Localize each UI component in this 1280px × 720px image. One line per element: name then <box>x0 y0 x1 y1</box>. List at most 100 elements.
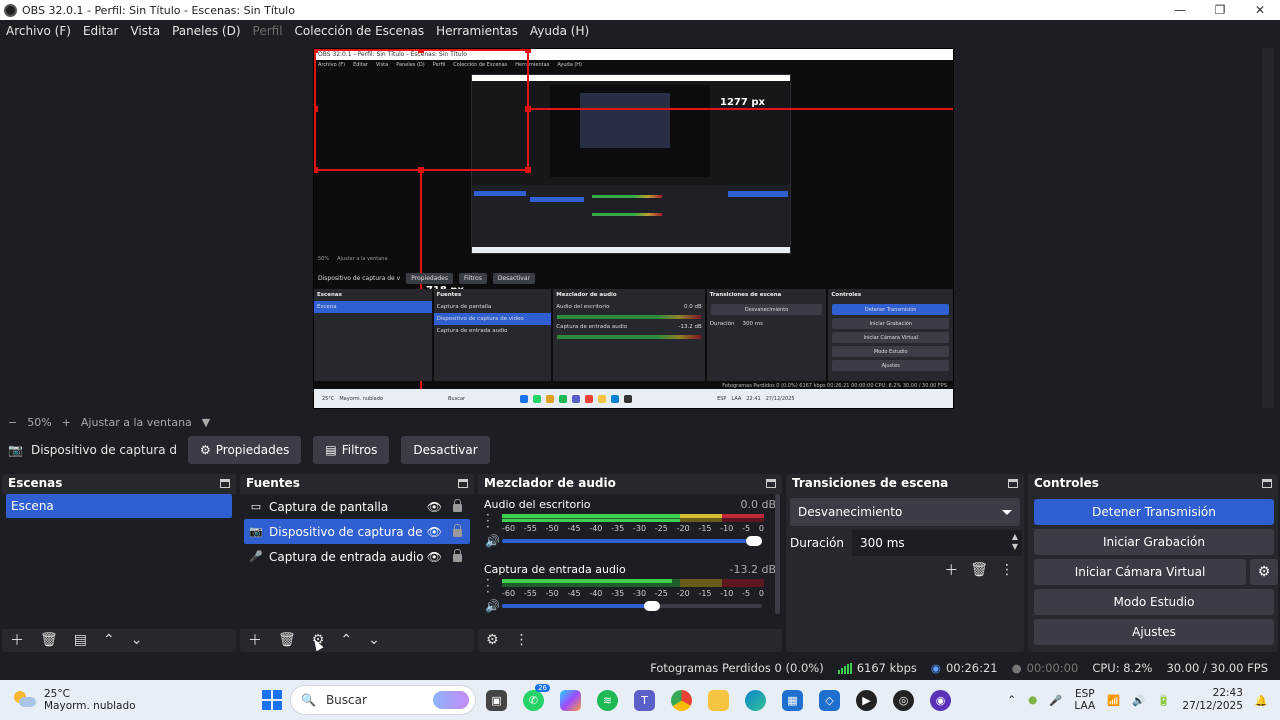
menu-coleccion-escenas[interactable]: Colección de Escenas <box>295 24 425 38</box>
spotify-icon[interactable]: ≋ <box>597 689 618 711</box>
add-icon[interactable]: ＋ <box>10 630 24 650</box>
fit-dropdown-chevron-icon[interactable]: ▼ <box>202 416 210 429</box>
copilot-icon[interactable] <box>560 689 581 711</box>
media-player-icon[interactable]: ▶ <box>856 689 877 711</box>
weather-widget[interactable]: 25°C Mayorm. nublado <box>0 688 250 712</box>
speaker-icon[interactable]: 🔊 <box>485 534 500 548</box>
battery-icon[interactable]: 🔋 <box>1157 694 1170 707</box>
resize-handle[interactable] <box>525 106 531 112</box>
menu-archivo[interactable]: Archivo (F) <box>6 24 71 38</box>
move-down-icon[interactable]: ⌄ <box>131 632 143 648</box>
move-up-icon[interactable]: ⌃ <box>340 632 352 648</box>
start-recording-button[interactable]: Iniciar Grabación <box>1034 529 1274 555</box>
resize-handle[interactable] <box>418 49 424 53</box>
add-icon[interactable]: ＋ <box>944 560 958 580</box>
advanced-audio-gear-icon[interactable]: ⚙ <box>486 632 499 648</box>
trash-icon[interactable]: 🗑 <box>970 562 988 578</box>
mixer-scrollbar[interactable] <box>775 494 780 614</box>
store-icon[interactable]: ▦ <box>782 689 803 711</box>
lock-icon[interactable] <box>453 549 462 562</box>
fit-to-window-button[interactable]: Ajustar a la ventana <box>81 416 192 429</box>
edge-icon[interactable] <box>745 689 766 711</box>
resize-handle[interactable] <box>525 49 531 53</box>
channel-menu-icon[interactable]: · · · <box>486 509 490 533</box>
teams-icon[interactable]: T <box>634 689 655 711</box>
duration-spinner-icon[interactable]: ▲ ▼ <box>1012 532 1018 552</box>
scene-item[interactable]: Escena <box>6 494 232 518</box>
volume-thumb[interactable] <box>746 536 762 546</box>
obs-taskbar-icon[interactable]: ◎ <box>893 689 914 711</box>
volume-thumb[interactable] <box>644 601 660 611</box>
volume-icon[interactable]: 🔊 <box>1132 694 1145 707</box>
preview-canvas[interactable]: OBS 32.0.1 - Perfil: Sin Título - Escena… <box>313 48 954 409</box>
virtual-camera-gear-icon[interactable]: ⚙ <box>1250 559 1278 585</box>
studio-mode-button[interactable]: Modo Estudio <box>1034 589 1274 615</box>
task-view-icon[interactable]: ▣ <box>486 689 507 711</box>
windows-start-icon[interactable] <box>262 690 282 710</box>
transition-select[interactable]: Desvanecimiento <box>790 498 1020 526</box>
stop-streaming-button[interactable]: Detener Transmisión <box>1034 499 1274 525</box>
lock-icon[interactable] <box>453 524 462 537</box>
app-tray-icon[interactable]: ● <box>1028 694 1037 706</box>
filters-button[interactable]: ▤ Filtros <box>313 436 390 464</box>
zoom-in-button[interactable]: + <box>62 416 71 429</box>
resize-handle[interactable] <box>314 106 318 112</box>
lock-icon[interactable] <box>453 499 462 512</box>
menu-paneles[interactable]: Paneles (D) <box>172 24 240 38</box>
clock[interactable]: 22:43 27/12/2025 <box>1182 687 1243 713</box>
minimize-button[interactable]: — <box>1160 0 1200 20</box>
visibility-eye-icon[interactable]: 👁 <box>427 550 442 564</box>
source-item[interactable]: 🎤 Captura de entrada audio 👁 <box>244 544 470 569</box>
settings-button[interactable]: Ajustes <box>1034 619 1274 645</box>
resize-handle[interactable] <box>314 49 318 53</box>
file-explorer-icon[interactable] <box>708 689 729 711</box>
duration-input[interactable]: 300 ms ▲ ▼ <box>852 530 1023 556</box>
preview-area[interactable]: OBS 32.0.1 - Perfil: Sin Título - Escena… <box>0 42 1280 412</box>
undock-icon[interactable] <box>1262 478 1272 488</box>
undock-icon[interactable] <box>220 478 230 488</box>
close-button[interactable]: ✕ <box>1240 0 1280 20</box>
menu-herramientas[interactable]: Herramientas <box>436 24 518 38</box>
zoom-out-button[interactable]: − <box>8 416 17 429</box>
more-menu-icon[interactable]: ⋮ <box>1000 562 1014 578</box>
menu-vista[interactable]: Vista <box>130 24 160 38</box>
chrome-icon[interactable] <box>671 689 692 711</box>
volume-slider[interactable] <box>502 601 762 611</box>
move-down-icon[interactable]: ⌄ <box>368 632 380 648</box>
deactivate-button[interactable]: Desactivar <box>401 436 490 464</box>
resize-handle[interactable] <box>525 167 531 173</box>
resize-handle[interactable] <box>418 167 424 173</box>
app-icon[interactable]: ◉ <box>930 689 951 711</box>
undock-icon[interactable] <box>766 478 776 488</box>
preview-scrollbar[interactable] <box>1262 48 1274 408</box>
source-item[interactable]: 📷 Dispositivo de captura de video 👁 <box>244 519 470 544</box>
volume-slider[interactable] <box>502 536 762 546</box>
move-up-icon[interactable]: ⌃ <box>103 632 115 648</box>
undock-icon[interactable] <box>1008 478 1018 488</box>
language-indicator[interactable]: ESP LAA <box>1074 688 1095 712</box>
channel-menu-icon[interactable]: · · · <box>486 574 490 598</box>
add-icon[interactable]: ＋ <box>248 630 262 650</box>
taskbar-search[interactable]: 🔍 Buscar <box>290 685 476 715</box>
start-virtual-camera-button[interactable]: Iniciar Cámara Virtual <box>1034 559 1246 585</box>
properties-button[interactable]: ⚙ Propiedades <box>188 436 302 464</box>
wifi-icon[interactable]: 📶 <box>1107 694 1120 707</box>
resize-handle[interactable] <box>314 167 318 173</box>
visibility-eye-icon[interactable]: 👁 <box>427 500 442 514</box>
roblox-studio-icon[interactable]: ◇ <box>819 689 840 711</box>
mixer-menu-icon[interactable]: ⋮ <box>515 632 529 648</box>
trash-icon[interactable]: 🗑 <box>40 632 58 648</box>
undock-icon[interactable] <box>458 478 468 488</box>
maximize-button[interactable]: ❐ <box>1200 0 1240 20</box>
source-item[interactable]: ▭ Captura de pantalla 👁 <box>244 494 470 519</box>
menu-editar[interactable]: Editar <box>83 24 119 38</box>
chevron-up-icon[interactable]: ⌃ <box>1007 694 1016 706</box>
visibility-eye-icon[interactable]: 👁 <box>427 525 442 539</box>
whatsapp-icon[interactable]: ✆ 26 <box>523 683 550 711</box>
microphone-icon[interactable]: 🎤 <box>1049 694 1062 707</box>
speaker-icon[interactable]: 🔊 <box>485 599 500 613</box>
trash-icon[interactable]: 🗑 <box>278 632 296 648</box>
menu-ayuda[interactable]: Ayuda (H) <box>530 24 589 38</box>
filter-icon[interactable]: ▤ <box>74 632 87 648</box>
menu-perfil[interactable]: Perfil <box>253 24 283 38</box>
